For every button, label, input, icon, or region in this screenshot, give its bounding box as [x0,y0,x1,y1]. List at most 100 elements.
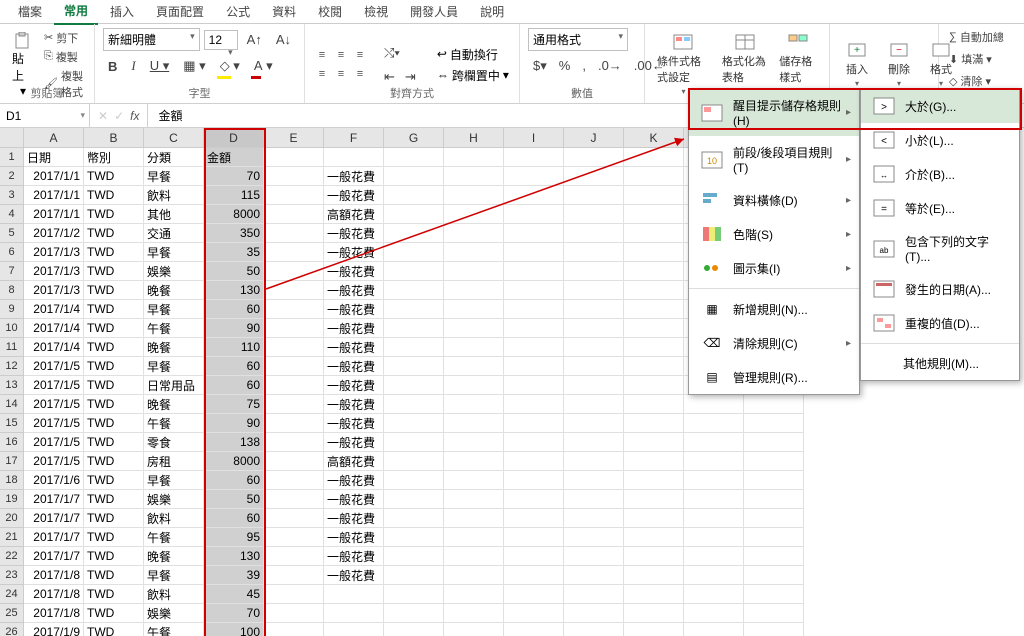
cell[interactable] [684,471,744,490]
tab-help[interactable]: 說明 [470,0,514,24]
cell[interactable]: 飲料 [144,186,204,205]
underline-button[interactable]: U ▾ [145,55,175,77]
cell[interactable]: TWD [84,547,144,566]
font-size-combo[interactable]: 12 [204,30,238,50]
cell[interactable]: 110 [204,338,264,357]
tab-home[interactable]: 常用 [54,0,98,25]
cell[interactable]: 一般花費 [324,376,384,395]
cell[interactable]: 2017/1/2 [24,224,84,243]
cell[interactable]: 一般花費 [324,224,384,243]
cell[interactable]: 2017/1/5 [24,376,84,395]
cell[interactable] [564,243,624,262]
cell[interactable]: 金額 [204,148,264,167]
cell[interactable]: TWD [84,205,144,224]
submenu-less-than[interactable]: < 小於(L)... [861,123,1019,157]
cell[interactable]: 晚餐 [144,395,204,414]
cell[interactable] [624,528,684,547]
cell[interactable] [564,281,624,300]
cell[interactable] [264,300,324,319]
cell[interactable]: 晚餐 [144,547,204,566]
cell[interactable] [564,547,624,566]
cell[interactable]: 其他 [144,205,204,224]
decrease-font-button[interactable]: A↓ [271,29,296,50]
cell[interactable]: 一般花費 [324,186,384,205]
cell[interactable] [444,357,504,376]
cell[interactable]: 130 [204,547,264,566]
cell[interactable] [744,433,804,452]
cell[interactable]: 350 [204,224,264,243]
menu-manage-rules[interactable]: ▤ 管理規則(R)... [689,360,859,394]
cell[interactable] [504,566,564,585]
cell[interactable]: 60 [204,509,264,528]
cell[interactable]: 2017/1/3 [24,262,84,281]
cell[interactable]: 2017/1/4 [24,338,84,357]
align-left-button[interactable]: ≡ [313,65,331,83]
insert-cells-button[interactable]: +插入▾ [838,39,876,90]
currency-button[interactable]: $▾ [528,55,552,77]
submenu-date-occurring[interactable]: 發生的日期(A)... [861,272,1019,306]
cell[interactable]: TWD [84,186,144,205]
cell[interactable]: 2017/1/8 [24,566,84,585]
row-header[interactable]: 12 [0,357,24,376]
cell[interactable]: 2017/1/7 [24,490,84,509]
col-header-K[interactable]: K [624,128,684,148]
cell[interactable]: 90 [204,414,264,433]
cell[interactable]: 50 [204,262,264,281]
cell[interactable] [504,357,564,376]
cell[interactable] [444,167,504,186]
cell[interactable] [564,585,624,604]
cell[interactable] [384,262,444,281]
cell[interactable]: 一般花費 [324,357,384,376]
cell[interactable] [504,319,564,338]
cut-button[interactable]: ✂剪下 [42,29,86,47]
cell[interactable] [324,148,384,167]
cell[interactable] [564,414,624,433]
cell[interactable]: 2017/1/5 [24,395,84,414]
cell[interactable] [384,509,444,528]
cell[interactable] [564,319,624,338]
cell[interactable] [684,623,744,636]
cell[interactable]: 午餐 [144,623,204,636]
cell[interactable] [444,433,504,452]
cell[interactable] [624,471,684,490]
cell[interactable]: TWD [84,452,144,471]
bold-button[interactable]: B [103,56,122,77]
cell[interactable] [264,509,324,528]
cell[interactable]: 早餐 [144,471,204,490]
cell[interactable]: 60 [204,300,264,319]
border-button[interactable]: ▦ ▾ [178,55,210,77]
cell[interactable] [264,623,324,636]
cell[interactable] [504,585,564,604]
cell[interactable]: 2017/1/1 [24,167,84,186]
cell[interactable] [444,585,504,604]
cell[interactable] [624,338,684,357]
cell[interactable]: 35 [204,243,264,262]
cell[interactable]: 幣別 [84,148,144,167]
cell[interactable] [504,452,564,471]
col-header-J[interactable]: J [564,128,624,148]
cell[interactable] [684,547,744,566]
cell[interactable]: 一般花費 [324,528,384,547]
cell[interactable] [264,319,324,338]
cell[interactable] [624,357,684,376]
col-header-C[interactable]: C [144,128,204,148]
cell[interactable] [444,414,504,433]
cell[interactable]: 飲料 [144,585,204,604]
cell[interactable] [564,471,624,490]
align-right-button[interactable]: ≡ [351,65,369,83]
cell[interactable] [384,205,444,224]
cell[interactable] [744,604,804,623]
row-header[interactable]: 25 [0,604,24,623]
align-bottom-button[interactable]: ≡ [351,46,369,64]
cell[interactable] [264,547,324,566]
cell[interactable]: 2017/1/9 [24,623,84,636]
comma-button[interactable]: , [577,55,591,77]
tab-formula[interactable]: 公式 [216,0,260,24]
cell[interactable]: 8000 [204,205,264,224]
cell[interactable]: 2017/1/8 [24,585,84,604]
row-header[interactable]: 18 [0,471,24,490]
cell[interactable] [744,471,804,490]
cell[interactable]: 娛樂 [144,604,204,623]
cell[interactable]: 分類 [144,148,204,167]
cell[interactable] [264,262,324,281]
